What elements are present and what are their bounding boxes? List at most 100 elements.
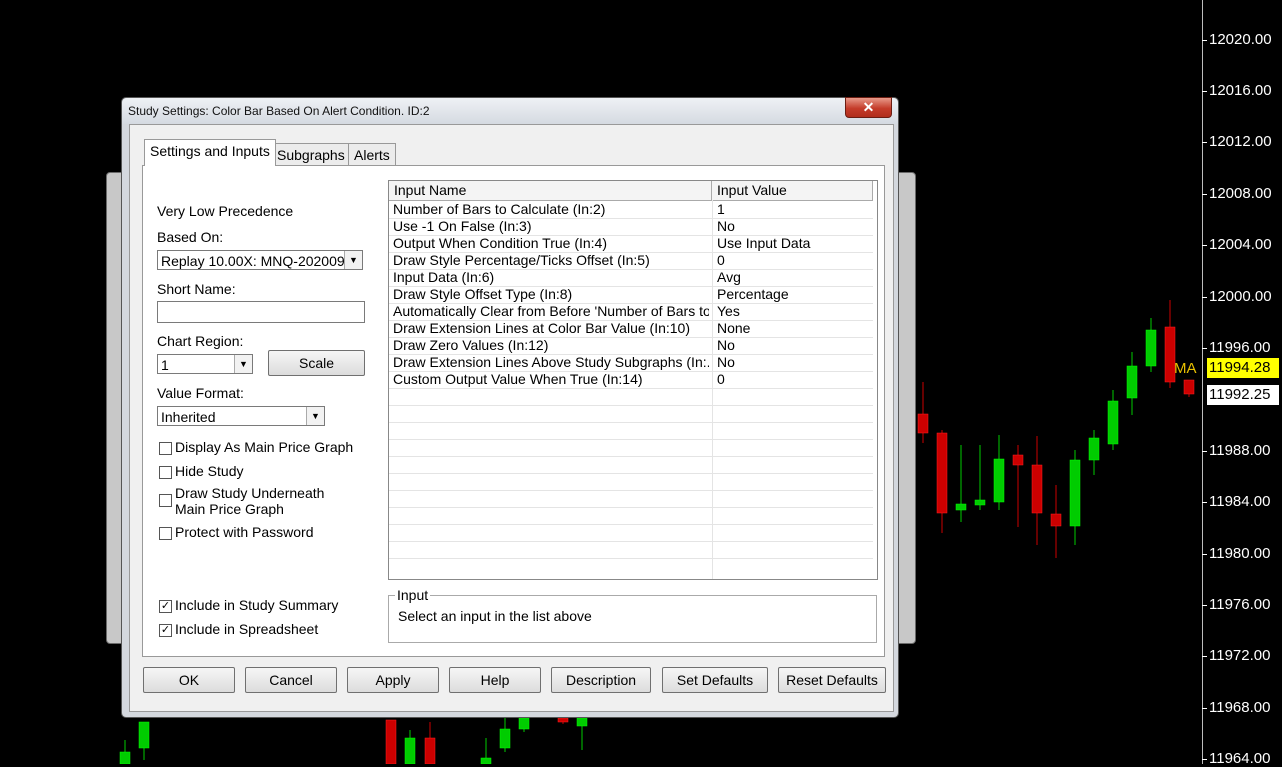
apply-button[interactable]: Apply — [347, 667, 439, 693]
input-value: Use Input Data — [717, 235, 811, 251]
hide-study-checkbox[interactable] — [159, 466, 172, 479]
input-value: None — [717, 320, 751, 336]
input-name: Output When Condition True (In:4) — [393, 235, 607, 251]
short-name-input[interactable] — [157, 301, 365, 323]
candle-body — [576, 717, 588, 727]
tab-settings-and-inputs[interactable]: Settings and Inputs — [144, 139, 276, 166]
chart-region-value: 1 — [161, 357, 169, 373]
empty-row — [389, 541, 873, 559]
table-row[interactable]: Draw Extension Lines at Color Bar Value … — [389, 320, 873, 338]
table-row[interactable]: Automatically Clear from Before 'Number … — [389, 303, 873, 321]
table-row[interactable]: Custom Output Value When True (In:14) 0 — [389, 371, 873, 389]
candle-body — [1126, 365, 1138, 399]
protect-password-checkbox[interactable] — [159, 527, 172, 540]
input-group-title: Input — [395, 587, 431, 603]
price-tick: 12020.00 — [1202, 31, 1272, 48]
set-defaults-button[interactable]: Set Defaults — [662, 667, 768, 693]
input-name: Draw Extension Lines at Color Bar Value … — [393, 320, 690, 336]
scale-button[interactable]: Scale — [268, 350, 365, 376]
empty-row — [389, 473, 873, 491]
grid-header: Input Name Input Value — [389, 181, 873, 201]
price-tick: 11984.00 — [1201, 493, 1271, 510]
table-row[interactable]: Use -1 On False (In:3) No — [389, 218, 873, 236]
include-spreadsheet-checkbox[interactable]: ✓ — [159, 624, 172, 637]
value-format-label: Value Format: — [157, 385, 244, 401]
include-study-summary-checkbox[interactable]: ✓ — [159, 600, 172, 613]
candle-body — [1107, 400, 1119, 445]
empty-row — [389, 388, 873, 406]
dialog-title: Study Settings: Color Bar Based On Alert… — [128, 104, 430, 118]
candle-body — [993, 458, 1005, 503]
tab-subgraphs[interactable]: Subgraphs — [271, 143, 351, 166]
candle-body — [1012, 454, 1024, 466]
draw-underneath-checkbox[interactable] — [159, 494, 172, 507]
dialog-client: Settings and Inputs Subgraphs Alerts Ver… — [129, 124, 894, 712]
input-value: 0 — [717, 252, 725, 268]
input-value: No — [717, 337, 735, 353]
table-row[interactable]: Draw Zero Values (In:12) No — [389, 337, 873, 355]
table-row[interactable]: Draw Style Percentage/Ticks Offset (In:5… — [389, 252, 873, 270]
table-row[interactable]: Input Data (In:6) Avg — [389, 269, 873, 287]
column-header-input-value[interactable]: Input Value — [712, 181, 873, 200]
input-name: Draw Style Offset Type (In:8) — [393, 286, 573, 302]
input-value: Percentage — [717, 286, 789, 302]
input-name: Draw Extension Lines Above Study Subgrap… — [393, 354, 709, 370]
input-value: 1 — [717, 201, 725, 217]
price-tick: 12004.00 — [1202, 236, 1272, 253]
inputs-grid[interactable]: Input Name Input Value Number of Bars to… — [388, 180, 878, 580]
dialog-titlebar[interactable]: Study Settings: Color Bar Based On Alert… — [122, 97, 898, 124]
column-header-input-name[interactable]: Input Name — [389, 181, 712, 200]
checkbox-label: Draw Study Underneath — [175, 485, 325, 501]
candle-body — [424, 737, 436, 764]
price-tick: 11976.00 — [1201, 596, 1271, 613]
empty-row — [389, 439, 873, 457]
checkbox-label: Hide Study — [175, 463, 244, 479]
description-button[interactable]: Description — [551, 667, 651, 693]
checkbox-label: Protect with Password — [175, 524, 314, 540]
price-tick: 11964.00 — [1201, 750, 1271, 767]
table-row[interactable]: Draw Style Offset Type (In:8) Percentage — [389, 286, 873, 304]
tab-alerts[interactable]: Alerts — [348, 143, 396, 166]
cancel-button[interactable]: Cancel — [245, 667, 337, 693]
input-value: Yes — [717, 303, 740, 319]
precedence-label: Very Low Precedence — [157, 203, 294, 219]
candle-body — [385, 719, 397, 764]
candle-body — [1050, 513, 1062, 527]
candle-body — [955, 503, 967, 511]
help-button[interactable]: Help — [449, 667, 541, 693]
close-button[interactable]: ✕ — [845, 97, 892, 118]
candle-body — [974, 499, 986, 506]
ma-price-tag: 11994.28 — [1207, 358, 1279, 378]
chevron-down-icon: ▼ — [234, 355, 252, 373]
table-row[interactable]: Output When Condition True (In:4) Use Inp… — [389, 235, 873, 253]
input-value: No — [717, 354, 735, 370]
input-description-group: Input Select an input in the list above — [388, 587, 877, 643]
value-format-select[interactable]: Inherited ▼ — [157, 406, 325, 426]
candle-body — [1031, 464, 1043, 514]
input-name: Automatically Clear from Before 'Number … — [393, 303, 709, 319]
last-price-tag: 11992.25 — [1207, 385, 1279, 405]
input-description: Select an input in the list above — [398, 608, 592, 624]
checkbox-label: Display As Main Price Graph — [175, 439, 354, 455]
based-on-value: Replay 10.00X: MNQ-202009-G — [161, 253, 361, 269]
candle-body — [518, 717, 530, 730]
reset-defaults-button[interactable]: Reset Defaults — [778, 667, 886, 693]
checkbox-label: Main Price Graph — [175, 501, 284, 517]
settings-panel: Very Low Precedence Based On: Replay 10.… — [142, 165, 885, 657]
input-name: Use -1 On False (In:3) — [393, 218, 532, 234]
price-axis[interactable]: 12020.00 12016.00 12012.00 12008.00 1200… — [1201, 0, 1282, 767]
based-on-select[interactable]: Replay 10.00X: MNQ-202009-G ▼ — [157, 250, 363, 270]
display-main-price-checkbox[interactable] — [159, 442, 172, 455]
chevron-down-icon: ▼ — [344, 251, 362, 269]
table-row[interactable]: Number of Bars to Calculate (In:2) 1 — [389, 201, 873, 219]
ok-button[interactable]: OK — [143, 667, 235, 693]
candle-body — [499, 728, 511, 749]
value-format-value: Inherited — [161, 409, 216, 425]
empty-row — [389, 405, 873, 423]
input-value: 0 — [717, 371, 725, 387]
price-tick: 12000.00 — [1202, 288, 1272, 305]
candle-body — [138, 721, 150, 749]
candle-body — [557, 717, 569, 723]
table-row[interactable]: Draw Extension Lines Above Study Subgrap… — [389, 354, 873, 372]
chart-region-select[interactable]: 1 ▼ — [157, 354, 253, 374]
